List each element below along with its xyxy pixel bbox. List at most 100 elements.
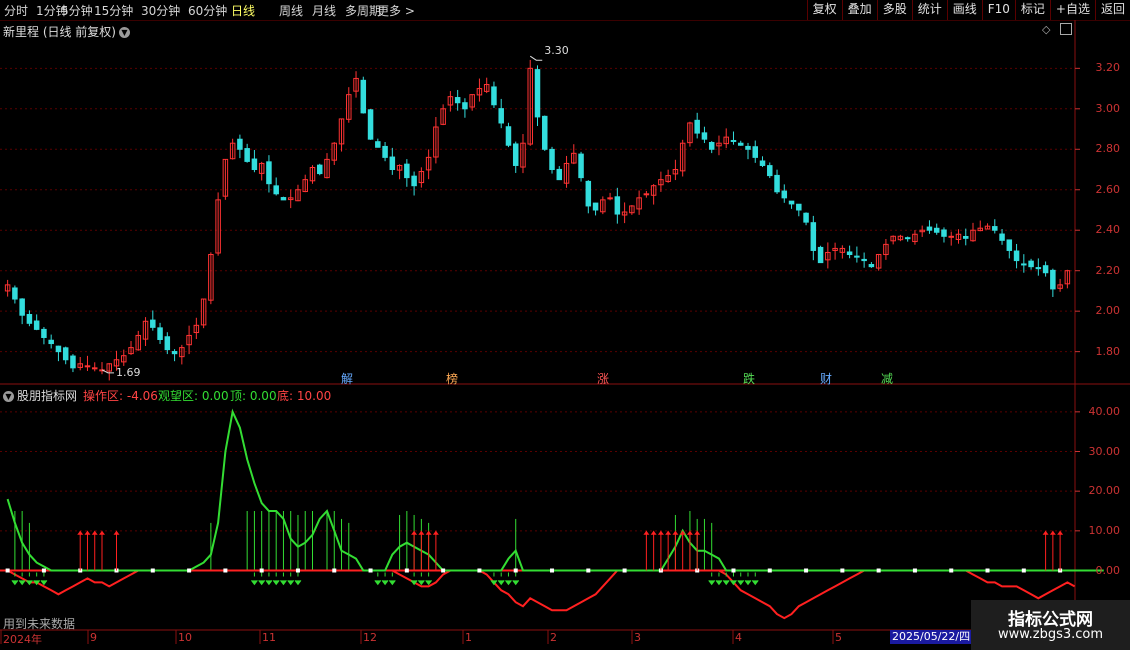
candle-body	[1042, 265, 1049, 274]
green-down-arrow	[258, 572, 266, 586]
candle-body	[854, 255, 860, 258]
event-marker-4[interactable]: 财	[820, 370, 832, 387]
candle-body	[280, 197, 287, 201]
price-tick-label: 2.60	[1095, 182, 1121, 196]
high-pointer	[529, 55, 543, 61]
green-down-arrow	[417, 572, 425, 586]
green-down-arrow	[374, 572, 382, 586]
event-marker-0[interactable]: 解	[341, 370, 353, 387]
green-down-arrow	[251, 572, 258, 586]
candle-body	[404, 163, 410, 179]
green-down-arrow	[505, 572, 512, 586]
candle-body	[701, 132, 708, 140]
candle-body	[1006, 239, 1013, 251]
zero-dot	[332, 568, 337, 573]
candle-body	[491, 86, 497, 106]
candle-body	[1035, 267, 1042, 270]
green-down-arrow	[490, 572, 498, 586]
candle-body	[1050, 269, 1056, 290]
x-tick-label-5: 1	[465, 631, 472, 644]
x-tick-label-6: 2	[550, 631, 557, 644]
event-marker-3[interactable]: 跌	[743, 370, 755, 387]
event-marker-1[interactable]: 榜	[446, 370, 458, 387]
price-tick-label: 3.00	[1095, 101, 1121, 115]
candle-body	[904, 237, 911, 240]
red-up-arrow	[665, 530, 672, 535]
candle-body	[607, 197, 613, 200]
zero-dot	[513, 568, 518, 573]
candle-body	[389, 156, 396, 171]
chevron-down-icon[interactable]: ▼	[3, 391, 14, 402]
indicator-tick-label: 30.00	[1088, 444, 1121, 458]
red-up-arrow	[694, 530, 701, 535]
chart-canvas[interactable]: 3.30 1.69	[0, 0, 1130, 650]
red-up-arrow	[672, 530, 679, 535]
green-down-arrow	[708, 572, 716, 586]
green-down-arrow	[294, 572, 302, 586]
green-down-arrow	[280, 572, 287, 586]
candle-body	[498, 108, 504, 124]
bottom-value: 底: 10.00	[277, 389, 332, 403]
candle-body	[367, 109, 374, 140]
candle-body	[55, 345, 62, 353]
candle-body	[556, 168, 563, 181]
candle-body	[614, 196, 621, 215]
candle-body	[84, 365, 91, 368]
x-tick-label-4: 12	[363, 631, 377, 644]
green-down-arrow	[265, 572, 273, 586]
candle-body	[788, 200, 795, 205]
candle-body	[810, 222, 817, 251]
event-marker-2[interactable]: 涨	[597, 370, 609, 387]
indicator-name: 股朋指标网	[17, 389, 78, 403]
candle-body	[164, 336, 171, 351]
red-up-arrow	[650, 530, 657, 535]
candle-body	[26, 313, 33, 324]
zero-dot	[876, 568, 881, 573]
candle-body	[505, 126, 512, 146]
watermark-url: www.zbgs3.com	[997, 627, 1104, 642]
low-label: 1.69	[116, 366, 141, 379]
red-up-arrow	[1042, 530, 1049, 535]
red-up-arrow	[432, 530, 439, 535]
candle-body	[933, 227, 940, 233]
candle-body	[774, 174, 780, 193]
candle-body	[316, 164, 323, 175]
x-tick-label-8: 4	[735, 631, 742, 644]
zero-dot	[223, 568, 228, 573]
candle-body	[708, 142, 715, 150]
zero-dot	[840, 568, 845, 573]
candle-body	[237, 138, 243, 150]
candle-body	[926, 226, 933, 231]
candle-body	[157, 327, 163, 341]
event-marker-5[interactable]: 减	[881, 370, 893, 387]
zero-dot	[41, 568, 46, 573]
candle-body	[12, 287, 18, 300]
red-up-arrow	[84, 530, 91, 535]
price-tick-label: 2.00	[1095, 304, 1121, 318]
zero-dot	[586, 568, 591, 573]
zero-dot	[804, 568, 809, 573]
candle-body	[745, 145, 751, 150]
cursor-date-label: 2025/05/22/四	[890, 630, 973, 644]
zero-dot	[441, 568, 446, 573]
green-down-arrow	[715, 572, 723, 586]
indicator-tick-label: 10.00	[1088, 523, 1121, 537]
zero-dot	[550, 568, 555, 573]
zero-dot	[368, 568, 373, 573]
zero-dot	[912, 568, 917, 573]
candle-body	[767, 165, 773, 177]
green-down-arrow	[497, 572, 505, 586]
zero-dot	[985, 568, 990, 573]
candle-body	[592, 202, 599, 211]
candle-body	[171, 351, 178, 355]
candle-body	[730, 139, 737, 142]
zero-dot	[259, 568, 264, 573]
zero-dot	[150, 568, 155, 573]
green-down-arrow	[381, 572, 389, 586]
candle-body	[48, 339, 54, 345]
red-up-arrow	[657, 530, 664, 535]
red-up-arrow	[418, 530, 425, 535]
green-down-arrow	[730, 572, 737, 586]
indicator-tick-label: 20.00	[1088, 484, 1121, 498]
red-up-arrow	[1057, 530, 1064, 535]
